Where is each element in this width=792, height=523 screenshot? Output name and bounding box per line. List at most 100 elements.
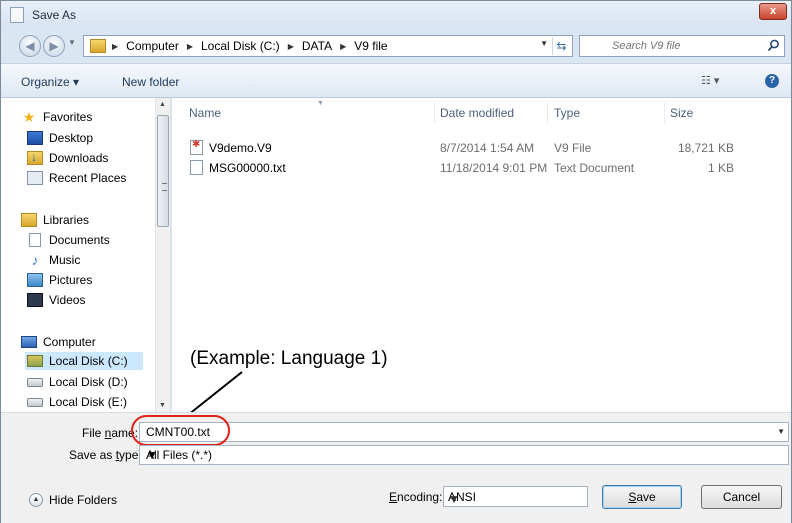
- column-header-size[interactable]: Size: [670, 106, 693, 120]
- dialog-title: Save As: [32, 8, 77, 22]
- type-dropdown-icon[interactable]: ▼: [146, 448, 785, 462]
- drive-icon: [27, 377, 43, 387]
- file-name-input[interactable]: [140, 423, 788, 441]
- title-bar: Save As x: [1, 1, 791, 29]
- sidebar-item-label: Desktop: [49, 131, 94, 145]
- table-row[interactable]: V9demo.V9 8/7/2014 1:54 AM V9 File 18,72…: [172, 138, 791, 158]
- forward-button[interactable]: ▶: [43, 35, 65, 57]
- organize-button[interactable]: Organize ▾: [21, 75, 79, 89]
- save-as-type-select[interactable]: All Files (*.*) ▼: [139, 445, 789, 465]
- text-file-icon: [190, 160, 203, 175]
- navigation-pane: ★ Favorites Desktop Downloads Recent Pla…: [1, 98, 171, 412]
- sidebar-item-videos[interactable]: Videos: [27, 291, 85, 309]
- help-icon[interactable]: ?: [765, 74, 779, 88]
- system-drive-icon: [27, 355, 43, 367]
- sidebar-item-label: Favorites: [43, 110, 93, 124]
- callout-label: (Example: Language 1): [181, 346, 629, 374]
- sidebar-item-local-disk-d[interactable]: Local Disk (D:): [27, 373, 128, 391]
- file-date: 11/18/2014 9:01 PM: [440, 161, 548, 175]
- change-view-icon[interactable]: ☷ ▾: [701, 74, 719, 87]
- file-size: 1 KB: [707, 161, 734, 175]
- file-size: 18,721 KB: [677, 141, 734, 155]
- address-row: ◀ ▶ ▼ ▶ Computer ▶ Local Disk (C:) ▶ DAT…: [1, 29, 791, 63]
- column-header-date-modified[interactable]: Date modified: [440, 106, 514, 120]
- back-button[interactable]: ◀: [19, 35, 41, 57]
- sidebar-item-label: Documents: [49, 233, 110, 247]
- sidebar-item-desktop[interactable]: Desktop: [27, 129, 93, 147]
- breadcrumb-arrow-icon[interactable]: ▶: [112, 42, 118, 51]
- sidebar-item-documents[interactable]: Documents: [27, 231, 110, 249]
- address-bar[interactable]: ▶ Computer ▶ Local Disk (C:) ▶ DATA ▶ V9…: [83, 35, 573, 57]
- pictures-icon: [27, 273, 43, 287]
- sidebar-item-label: Videos: [49, 293, 86, 307]
- search-input[interactable]: [584, 38, 760, 54]
- save-form-panel: File name: ▼ Save as type: All Files (*.…: [1, 412, 791, 523]
- search-icon[interactable]: [767, 39, 780, 52]
- navigation-scrollbar[interactable]: ▲ ▼: [155, 98, 170, 412]
- videos-icon: [27, 293, 43, 307]
- collapse-arrow-icon: ▲: [29, 493, 43, 507]
- save-button[interactable]: Save: [602, 485, 682, 509]
- file-name: MSG00000.txt: [209, 161, 286, 175]
- column-header-type[interactable]: Type: [554, 106, 580, 120]
- encoding-select[interactable]: ANSI ▼: [443, 486, 588, 507]
- sidebar-item-libraries[interactable]: Libraries: [21, 211, 89, 229]
- sidebar-item-computer[interactable]: Computer: [21, 333, 96, 351]
- encoding-label: Encoding:: [389, 490, 443, 504]
- sidebar-item-local-disk-e[interactable]: Local Disk (E:): [27, 393, 127, 411]
- file-name: V9demo.V9: [209, 141, 272, 155]
- file-name-label: File name:: [82, 426, 139, 440]
- sort-indicator-icon: ▼: [317, 100, 324, 107]
- refresh-icon[interactable]: ⇆: [552, 37, 570, 55]
- close-button[interactable]: x: [759, 3, 787, 20]
- sidebar-item-label: Recent Places: [49, 171, 127, 185]
- scrollbar-thumb[interactable]: [157, 115, 169, 227]
- breadcrumb-computer[interactable]: Computer: [126, 39, 179, 53]
- dialog-icon: [10, 7, 24, 23]
- cancel-button[interactable]: Cancel: [701, 485, 782, 509]
- file-name-field[interactable]: ▼: [139, 422, 789, 442]
- sidebar-item-label: Local Disk (D:): [49, 375, 128, 389]
- scroll-down-icon[interactable]: ▼: [159, 402, 166, 409]
- downloads-icon: [27, 150, 43, 165]
- highlight-ellipse: [131, 415, 230, 446]
- search-box[interactable]: [579, 35, 785, 57]
- breadcrumb-local-disk-c[interactable]: Local Disk (C:): [201, 39, 280, 53]
- breadcrumb-arrow-icon[interactable]: ▶: [187, 42, 193, 51]
- sidebar-item-label: Computer: [43, 335, 96, 349]
- sidebar-item-label: Local Disk (C:): [49, 354, 128, 368]
- column-header-name[interactable]: Name: [189, 106, 221, 120]
- drive-icon: [27, 397, 43, 407]
- folder-icon: [90, 39, 106, 53]
- sidebar-item-music[interactable]: ♪ Music: [27, 251, 81, 269]
- sidebar-item-favorites[interactable]: ★ Favorites: [21, 108, 93, 126]
- recent-locations-chevron-icon[interactable]: ▼: [68, 38, 76, 47]
- file-type: V9 File: [554, 141, 592, 155]
- breadcrumb-arrow-icon[interactable]: ▶: [288, 42, 294, 51]
- sidebar-item-label: Downloads: [49, 151, 109, 165]
- sidebar-item-downloads[interactable]: Downloads: [27, 149, 108, 167]
- star-icon: ★: [22, 109, 36, 125]
- hide-folders-button[interactable]: ▲ Hide Folders: [29, 493, 117, 507]
- breadcrumb: ▶ Computer ▶ Local Disk (C:) ▶ DATA ▶ V9…: [112, 39, 388, 53]
- scroll-up-icon[interactable]: ▲: [159, 101, 166, 108]
- table-row[interactable]: MSG00000.txt 11/18/2014 9:01 PM Text Doc…: [172, 158, 791, 178]
- file-name-dropdown-icon[interactable]: ▼: [777, 427, 785, 436]
- address-dropdown-icon[interactable]: ▼: [540, 39, 548, 48]
- libraries-icon: [21, 213, 37, 227]
- sidebar-item-local-disk-c[interactable]: Local Disk (C:): [25, 352, 143, 370]
- new-folder-button[interactable]: New folder: [122, 75, 179, 89]
- breadcrumb-arrow-icon[interactable]: ▶: [340, 42, 346, 51]
- sidebar-item-recent-places[interactable]: Recent Places: [27, 169, 126, 187]
- hide-folders-label: Hide Folders: [49, 493, 118, 507]
- breadcrumb-v9-file[interactable]: V9 file: [354, 39, 387, 53]
- sidebar-item-label: Libraries: [43, 213, 90, 227]
- recent-places-icon: [27, 171, 43, 185]
- breadcrumb-data[interactable]: DATA: [302, 39, 332, 53]
- file-type: Text Document: [554, 161, 635, 175]
- file-date: 8/7/2014 1:54 AM: [440, 141, 535, 155]
- save-as-type-label: Save as type:: [69, 448, 142, 462]
- sidebar-item-label: Pictures: [49, 273, 93, 287]
- sidebar-item-pictures[interactable]: Pictures: [27, 271, 92, 289]
- encoding-dropdown-icon[interactable]: ▼: [448, 492, 579, 506]
